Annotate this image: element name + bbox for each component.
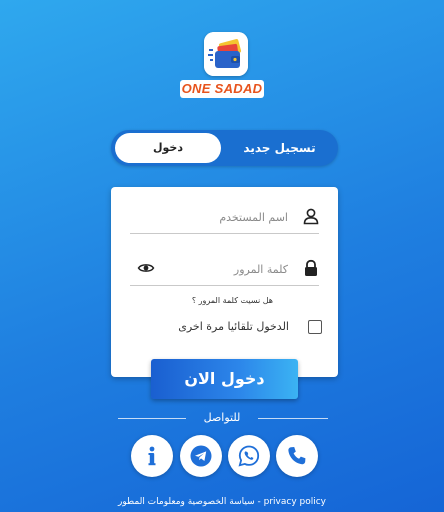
username-input[interactable] (160, 205, 290, 229)
forgot-password-link[interactable]: هل نسيت كلمة المرور ؟ (151, 294, 273, 308)
brand-name: ONE SADAD (180, 80, 264, 98)
phone-icon (288, 447, 306, 465)
telegram-button[interactable] (180, 435, 222, 477)
remember-me-label: الدخول تلقائيا مرة اخرى (178, 320, 289, 333)
divider-right (258, 418, 328, 419)
tab-register[interactable]: تسجيل جديد (223, 133, 336, 163)
tab-login[interactable]: دخول (115, 133, 221, 163)
contact-label: للتواصل (203, 411, 241, 424)
password-input[interactable] (160, 257, 290, 281)
lock-icon (302, 259, 320, 277)
phone-button[interactable] (276, 435, 318, 477)
user-icon (302, 207, 320, 225)
wallet-logo-icon (204, 32, 248, 76)
username-field (130, 197, 319, 234)
whatsapp-icon (238, 445, 260, 467)
auth-tabs: دخول تسجيل جديد (111, 130, 338, 166)
divider-left (118, 418, 186, 419)
login-card: هل نسيت كلمة المرور ؟ الدخول تلقائيا مرة… (111, 187, 338, 377)
info-button[interactable] (131, 435, 173, 477)
info-icon (148, 446, 156, 466)
telegram-icon (190, 445, 212, 467)
eye-icon[interactable] (137, 259, 155, 277)
privacy-policy-link[interactable]: سياسة الخصوصية ومعلومات المطور - privacy… (60, 495, 384, 509)
remember-me-checkbox[interactable] (308, 320, 322, 334)
whatsapp-button[interactable] (228, 435, 270, 477)
login-button[interactable]: دخول الان (151, 359, 298, 399)
password-field (130, 249, 319, 286)
app-logo: ONE SADAD (172, 26, 270, 100)
